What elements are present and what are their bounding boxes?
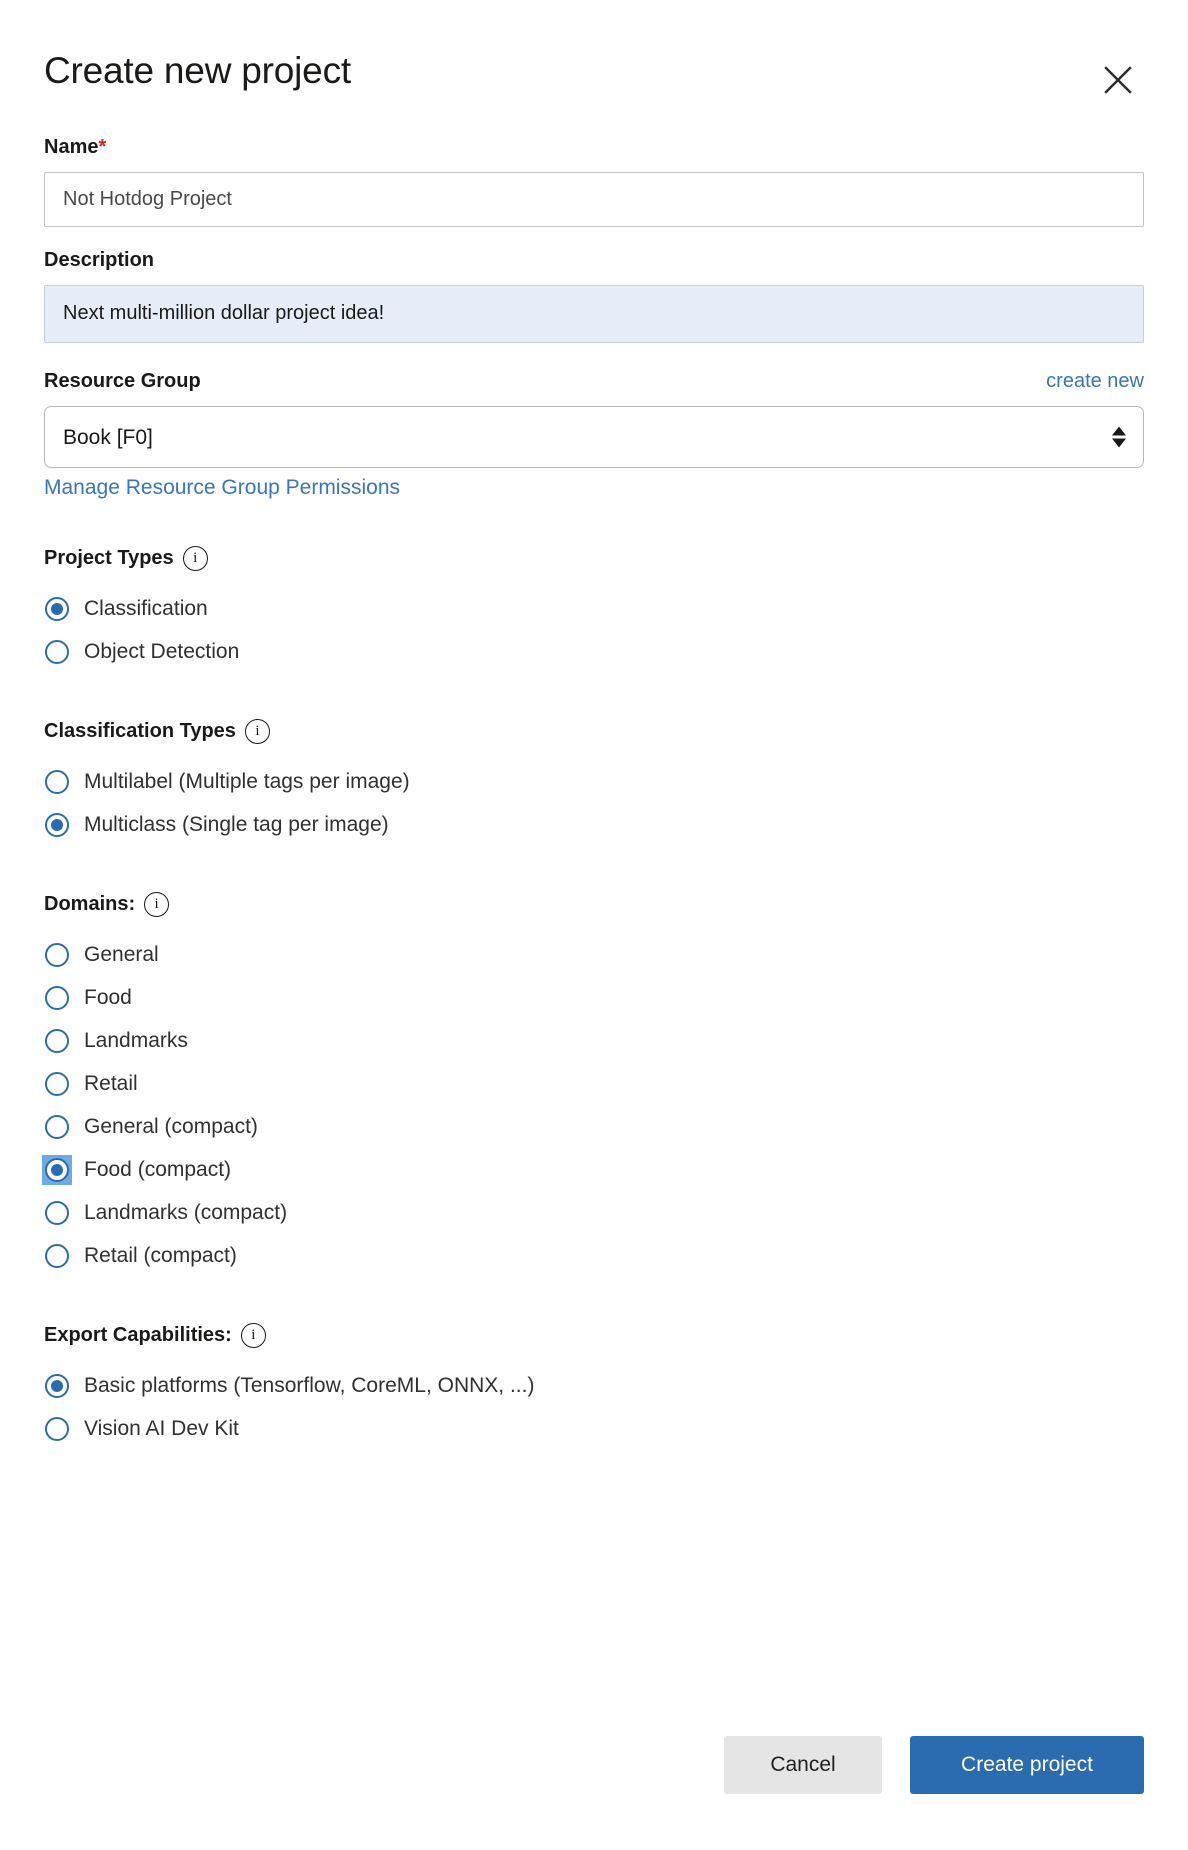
create-new-project-dialog: Create new project Name* Description Nex… (0, 0, 1188, 1850)
resource-group-label-row: Resource Group create new (44, 370, 1144, 393)
project-types-radio-list: Classification Object Detection (44, 587, 1144, 673)
radio-multiclass[interactable]: Multiclass (Single tag per image) (44, 803, 1144, 846)
radio-label: General (compact) (84, 1115, 258, 1138)
create-project-button[interactable]: Create project (910, 1736, 1144, 1794)
radio-mark-icon (44, 1373, 70, 1399)
manage-resource-group-permissions-link[interactable]: Manage Resource Group Permissions (44, 476, 400, 500)
radio-mark-icon (44, 1243, 70, 1269)
radio-mark-icon (44, 1071, 70, 1097)
radio-mark-icon (44, 1200, 70, 1226)
radio-label: Landmarks (84, 1029, 188, 1052)
radio-mark-icon (44, 1156, 70, 1183)
resource-group-select[interactable]: Book [F0] (44, 406, 1144, 468)
description-field-block: Description Next multi-million dollar pr… (44, 249, 1144, 348)
classification-types-heading: Classification Types i (44, 719, 1144, 744)
resource-group-block: Resource Group create new Book [F0] Mana… (44, 370, 1144, 500)
radio-label: General (84, 943, 159, 966)
radio-domain-general[interactable]: General (44, 933, 1144, 976)
description-label: Description (44, 249, 155, 271)
resource-group-select-wrapper: Book [F0] (44, 406, 1144, 468)
export-capabilities-heading: Export Capabilities: i (44, 1323, 1144, 1348)
classification-types-heading-text: Classification Types (44, 720, 236, 742)
domains-heading-text: Domains: (44, 893, 136, 915)
radio-classification[interactable]: Classification (44, 587, 1144, 630)
radio-object-detection[interactable]: Object Detection (44, 630, 1144, 673)
domains-heading: Domains: i (44, 892, 1144, 917)
radio-domain-food[interactable]: Food (44, 976, 1144, 1019)
radio-domain-general-compact[interactable]: General (compact) (44, 1105, 1144, 1148)
radio-mark-icon (44, 985, 70, 1011)
required-asterisk: * (98, 136, 107, 158)
info-icon[interactable]: i (182, 546, 208, 571)
radio-domain-food-compact[interactable]: Food (compact) (44, 1148, 1144, 1191)
export-capabilities-radio-list: Basic platforms (Tensorflow, CoreML, ONN… (44, 1364, 1144, 1450)
radio-mark-icon (44, 942, 70, 968)
name-label: Name* (44, 136, 1144, 159)
close-icon (1101, 63, 1135, 97)
radio-basic-platforms[interactable]: Basic platforms (Tensorflow, CoreML, ONN… (44, 1364, 1144, 1407)
radio-vision-ai-dev-kit[interactable]: Vision AI Dev Kit (44, 1407, 1144, 1450)
domains-radio-list: General Food Landmarks Retail General (c… (44, 933, 1144, 1277)
name-field-block: Name* (44, 136, 1144, 227)
radio-label: Food (compact) (84, 1158, 232, 1181)
radio-label: Multilabel (Multiple tags per image) (84, 770, 410, 793)
export-capabilities-heading-text: Export Capabilities: (44, 1324, 232, 1346)
page-title: Create new project (44, 50, 351, 91)
radio-label: Food (84, 986, 132, 1009)
project-types-heading: Project Types i (44, 546, 1144, 571)
project-types-group: Project Types i Classification Object De… (44, 546, 1144, 673)
create-new-resource-group-link[interactable]: create new (1046, 370, 1144, 393)
export-capabilities-group: Export Capabilities: i Basic platforms (… (44, 1323, 1144, 1450)
classification-types-group: Classification Types i Multilabel (Multi… (44, 719, 1144, 846)
radio-domain-landmarks[interactable]: Landmarks (44, 1019, 1144, 1062)
radio-label: Vision AI Dev Kit (84, 1417, 239, 1440)
radio-label: Object Detection (84, 640, 240, 663)
info-icon[interactable]: i (240, 1323, 266, 1348)
name-label-text: Name (44, 136, 99, 158)
radio-mark-icon (44, 1416, 70, 1442)
dialog-header: Create new project (44, 40, 1144, 114)
dialog-footer: Cancel Create project (44, 1736, 1144, 1794)
radio-mark-icon (44, 769, 70, 795)
radio-mark-icon (44, 1028, 70, 1054)
cancel-button[interactable]: Cancel (724, 1736, 882, 1794)
info-icon[interactable]: i (144, 892, 170, 917)
radio-label: Landmarks (compact) (84, 1201, 288, 1224)
radio-label: Classification (84, 597, 208, 620)
radio-multilabel[interactable]: Multilabel (Multiple tags per image) (44, 760, 1144, 803)
radio-domain-retail-compact[interactable]: Retail (compact) (44, 1234, 1144, 1277)
radio-label: Retail (84, 1072, 138, 1095)
domains-group: Domains: i General Food Landmarks Retail (44, 892, 1144, 1277)
close-button[interactable] (1092, 54, 1144, 106)
info-icon[interactable]: i (244, 719, 270, 744)
radio-domain-retail[interactable]: Retail (44, 1062, 1144, 1105)
resource-group-label: Resource Group (44, 370, 201, 392)
classification-types-radio-list: Multilabel (Multiple tags per image) Mul… (44, 760, 1144, 846)
radio-label: Multiclass (Single tag per image) (84, 813, 389, 836)
radio-mark-icon (44, 812, 70, 838)
radio-mark-icon (44, 639, 70, 665)
radio-label: Retail (compact) (84, 1244, 237, 1267)
radio-label: Basic platforms (Tensorflow, CoreML, ONN… (84, 1374, 535, 1397)
radio-mark-icon (44, 1114, 70, 1140)
radio-mark-icon (44, 596, 70, 622)
project-types-heading-text: Project Types (44, 547, 174, 569)
project-description-input[interactable]: Next multi-million dollar project idea! (44, 285, 1144, 343)
radio-domain-landmarks-compact[interactable]: Landmarks (compact) (44, 1191, 1144, 1234)
project-name-input[interactable] (44, 172, 1144, 227)
